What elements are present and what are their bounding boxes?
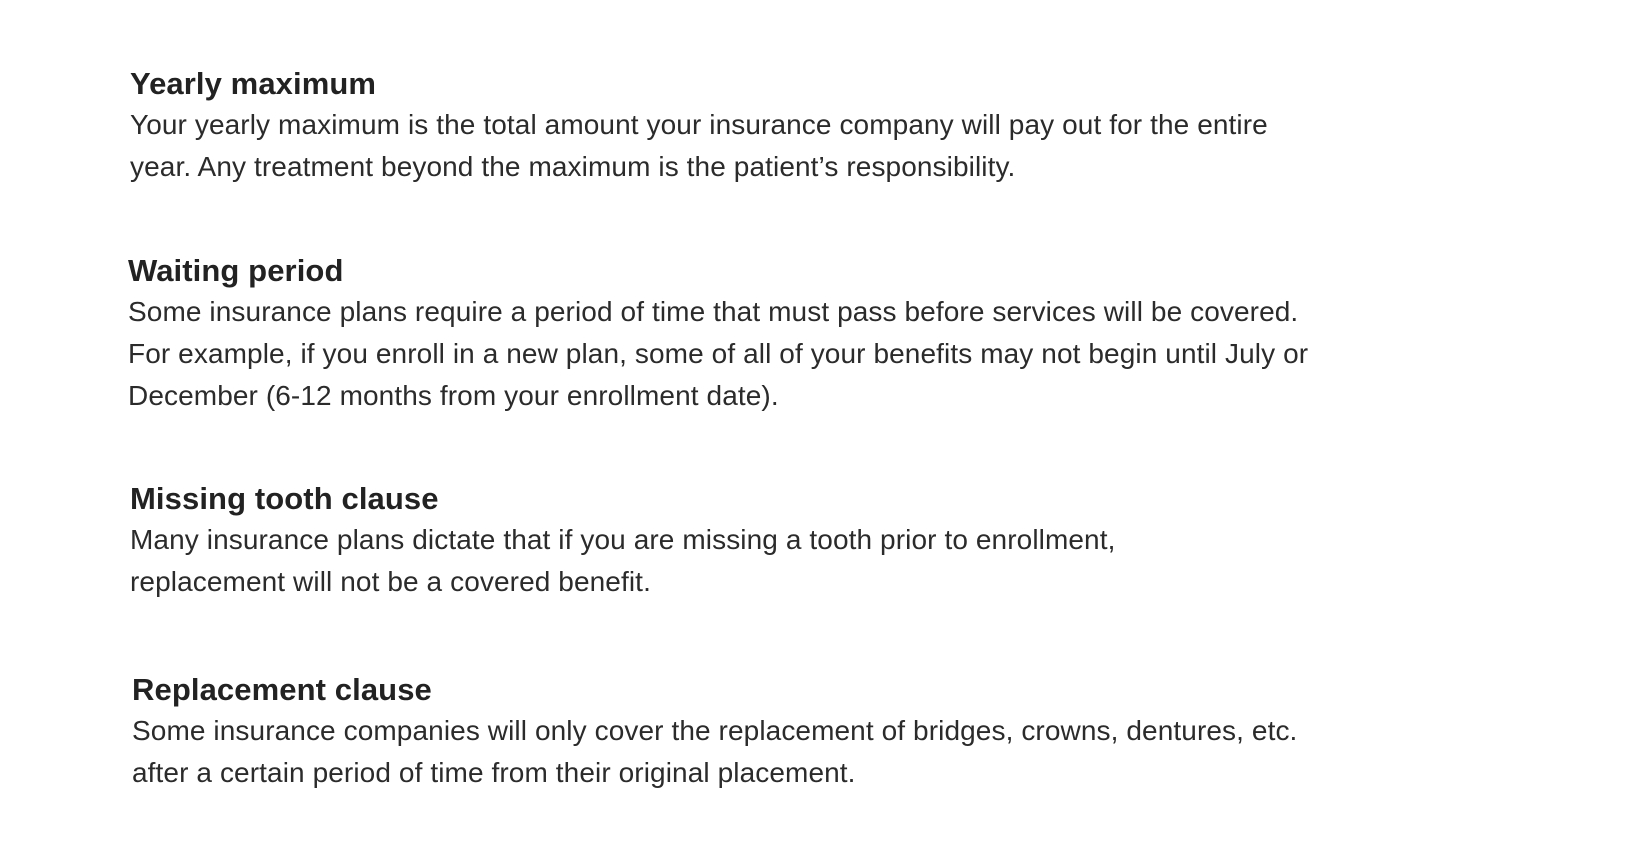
section-body-line: Many insurance plans dictate that if you…: [130, 524, 1116, 555]
section-heading: Yearly maximum: [130, 66, 377, 101]
section-missing-tooth-clause: Missing tooth clause Many insurance plan…: [130, 479, 1550, 603]
section-body-line: Your yearly maximum is the total amount …: [130, 109, 1268, 140]
section-heading: Waiting period: [128, 253, 344, 288]
section-replacement-clause: Replacement clause Some insurance compan…: [132, 670, 1552, 794]
clipped-text-line: [450, 0, 1010, 6]
section-body-line: replacement will not be a covered benefi…: [130, 566, 651, 597]
section-body-line: For example, if you enroll in a new plan…: [128, 338, 1309, 369]
section-body-line: after a certain period of time from thei…: [132, 757, 856, 788]
section-body-line: year. Any treatment beyond the maximum i…: [130, 151, 1016, 182]
section-waiting-period: Waiting period Some insurance plans requ…: [128, 251, 1548, 417]
section-yearly-maximum: Yearly maximum Your yearly maximum is th…: [130, 64, 1550, 188]
section-body-line: Some insurance plans require a period of…: [128, 296, 1299, 327]
section-body-line: December (6-12 months from your enrollme…: [128, 380, 779, 411]
section-heading: Missing tooth clause: [130, 481, 439, 516]
section-body-line: Some insurance companies will only cover…: [132, 715, 1298, 746]
section-heading: Replacement clause: [132, 672, 432, 707]
